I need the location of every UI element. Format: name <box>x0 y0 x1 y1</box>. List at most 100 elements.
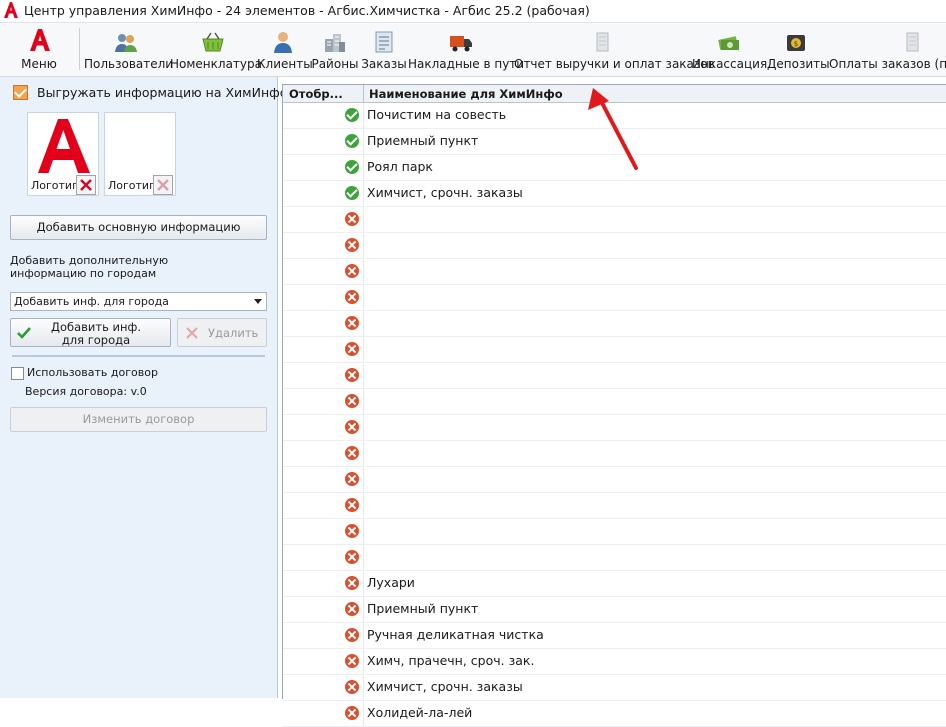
column-separator[interactable] <box>363 85 364 102</box>
status-off-icon[interactable] <box>345 212 359 226</box>
status-off-icon[interactable] <box>345 550 359 564</box>
status-ok-icon[interactable] <box>345 160 359 174</box>
status-off-icon[interactable] <box>345 498 359 512</box>
status-off-icon[interactable] <box>345 602 359 616</box>
status-off-icon[interactable] <box>345 342 359 356</box>
status-off-icon[interactable] <box>345 420 359 434</box>
table-row[interactable] <box>283 207 946 233</box>
row-name: Роял парк <box>367 159 433 174</box>
window-title: Центр управления ХимИнфо - 24 элементов … <box>24 3 590 18</box>
row-name: Химчист, срочн. заказы <box>367 679 523 694</box>
table-row[interactable]: Химчист, срочн. заказы <box>283 181 946 207</box>
table-row[interactable]: Химч, прачечн, сроч. зак. <box>283 649 946 675</box>
add-city-info-button[interactable]: Добавить инф. для города <box>10 318 171 347</box>
table-row[interactable]: Холидей-ла-лей <box>283 701 946 727</box>
table-row[interactable] <box>283 389 946 415</box>
column-header-name[interactable]: Наименование для ХимИнфо <box>369 87 563 101</box>
toolbar-order-payments-label: Оплаты заказов (по к <box>829 57 946 71</box>
status-off-icon[interactable] <box>345 316 359 330</box>
toolbar-users-button[interactable]: Пользователи <box>84 25 174 73</box>
table-row[interactable]: Приемный пункт <box>283 597 946 623</box>
export-checkbox[interactable] <box>13 85 28 100</box>
status-off-icon[interactable] <box>345 524 359 538</box>
status-off-icon[interactable] <box>345 290 359 304</box>
status-off-icon[interactable] <box>345 628 359 642</box>
logo-2-delete-button[interactable] <box>153 175 173 195</box>
delete-city-button[interactable]: Удалить <box>177 318 267 347</box>
delete-x-icon <box>157 179 169 191</box>
toolbar-order-payments-button[interactable]: Оплаты заказов (по к <box>826 25 946 73</box>
status-off-icon[interactable] <box>345 446 359 460</box>
status-off-icon[interactable] <box>345 706 359 720</box>
city-select[interactable]: Добавить инф. для города <box>10 292 267 311</box>
toolbar-orders-button[interactable]: Заказы <box>361 25 407 73</box>
table-row[interactable] <box>283 285 946 311</box>
status-off-icon[interactable] <box>345 576 359 590</box>
toolbar-encashment-button[interactable]: Инкассация <box>692 25 767 73</box>
status-off-icon[interactable] <box>345 368 359 382</box>
menu-button[interactable]: Меню <box>4 25 74 73</box>
toolbar-districts-button[interactable]: Районы <box>311 25 359 73</box>
districts-icon <box>325 34 345 52</box>
logo-slot-2[interactable]: Логотип <box>104 112 176 196</box>
status-off-icon[interactable] <box>345 238 359 252</box>
row-name: Приемный пункт <box>367 133 479 148</box>
use-contract-checkbox[interactable] <box>11 367 24 380</box>
export-label: Выгружать информацию на ХимИнфо <box>37 85 288 100</box>
logo-1-delete-button[interactable] <box>76 175 96 195</box>
toolbar-waybills-label: Накладные в пути <box>408 57 525 71</box>
table-row[interactable] <box>283 259 946 285</box>
status-off-icon[interactable] <box>345 394 359 408</box>
table-row[interactable]: Ручная деликатная чистка <box>283 623 946 649</box>
toolbar-deposits-button[interactable]: $ Депозиты <box>767 25 830 73</box>
status-ok-icon[interactable] <box>345 134 359 148</box>
cell-separator <box>363 363 364 388</box>
use-contract-label: Использовать договор <box>27 366 158 379</box>
status-ok-icon[interactable] <box>345 108 359 122</box>
status-off-icon[interactable] <box>345 654 359 668</box>
table-row[interactable]: Приемный пункт <box>283 129 946 155</box>
deposit-icon: $ <box>787 35 805 51</box>
toolbar-users-label: Пользователи <box>84 57 174 71</box>
table-row[interactable] <box>283 337 946 363</box>
payments-icon <box>906 32 919 52</box>
status-off-icon[interactable] <box>345 264 359 278</box>
table-row[interactable] <box>283 441 946 467</box>
column-header-display[interactable]: Отобр... <box>289 87 343 101</box>
client-icon <box>274 32 292 53</box>
status-ok-icon[interactable] <box>345 186 359 200</box>
toolbar-waybills-button[interactable]: Накладные в пути <box>408 25 525 73</box>
cell-separator <box>363 129 364 154</box>
table-row[interactable]: Почистим на совесть <box>283 103 946 129</box>
toolbar-deposits-label: Депозиты <box>767 57 830 71</box>
cell-separator <box>363 155 364 180</box>
status-off-icon[interactable] <box>345 472 359 486</box>
agbis-logo-icon <box>30 29 50 51</box>
change-contract-button[interactable]: Изменить договор <box>10 407 267 432</box>
row-name: Химчист, срочн. заказы <box>367 185 523 200</box>
cell-separator <box>363 493 364 518</box>
toolbar-clients-button[interactable]: Клиенты <box>257 25 313 73</box>
table-row[interactable]: Роял парк <box>283 155 946 181</box>
app-logo-icon <box>4 2 18 18</box>
menu-label: Меню <box>21 57 57 71</box>
toolbar-revenue-report-button[interactable]: Отчет выручки и оплат заказов <box>514 25 715 73</box>
table-row[interactable]: Химчист, срочн. заказы <box>283 675 946 701</box>
table-row[interactable] <box>283 363 946 389</box>
logo-slot-1[interactable]: Логотип <box>27 112 99 196</box>
toolbar-orders-label: Заказы <box>361 57 407 71</box>
table-row[interactable] <box>283 493 946 519</box>
table-row[interactable] <box>283 545 946 571</box>
city-select-value: Добавить инф. для города <box>14 295 169 308</box>
toolbar-nomenclature-button[interactable]: Номенклатура <box>170 25 262 73</box>
table-row[interactable] <box>283 415 946 441</box>
table-row[interactable] <box>283 311 946 337</box>
table-row[interactable] <box>283 519 946 545</box>
status-off-icon[interactable] <box>345 680 359 694</box>
table-row[interactable] <box>283 233 946 259</box>
add-main-info-button[interactable]: Добавить основную информацию <box>10 215 267 240</box>
basket-icon <box>202 32 224 52</box>
table-row[interactable] <box>283 467 946 493</box>
checkmark-icon <box>17 327 31 339</box>
table-row[interactable]: Лухари <box>283 571 946 597</box>
